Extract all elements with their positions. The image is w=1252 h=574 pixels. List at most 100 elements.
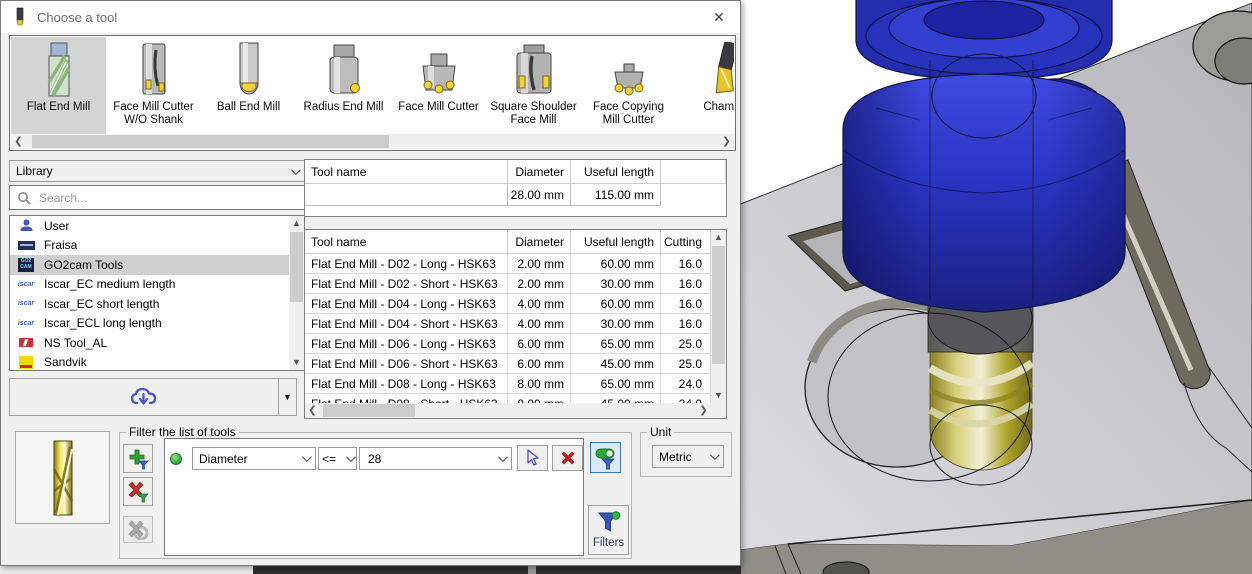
filter-toggle-button[interactable]	[590, 442, 621, 473]
filters-icon	[597, 511, 620, 532]
disabled-clear-icon	[128, 520, 149, 540]
table-row[interactable]: Flat End Mill - D04 - Short - HSK63 4.00 …	[305, 314, 711, 334]
cell-diameter: 4.00 mm	[508, 314, 571, 334]
search-input[interactable]	[37, 189, 304, 206]
strip-scrollbar[interactable]: ❮ ❯	[11, 134, 734, 149]
cell-diameter: 6.00 mm	[508, 354, 571, 374]
library-list: User Fraisa GO2 CAM GO2cam Tools iscar Iscar_E…	[9, 215, 305, 371]
tool-type-label: Flat End Mill	[26, 101, 91, 113]
cell-tool-name: Flat End Mill - D04 - Short - HSK63	[305, 314, 508, 334]
tool-type-chamfer[interactable]: Chamfe	[676, 37, 734, 134]
library-selector[interactable]: Library	[9, 160, 305, 182]
scroll-left-icon[interactable]: ❮	[11, 134, 26, 149]
library-item-sandvik[interactable]: Sandvik	[10, 353, 289, 371]
tools-table-hscrollbar[interactable]: ❮ ❯	[305, 403, 711, 418]
tools-hscroll-thumb[interactable]	[323, 404, 415, 417]
dialog-titlebar[interactable]: Choose a tool ✕	[1, 1, 740, 33]
table-row[interactable]: Flat End Mill - D08 - Short - HSK638.00 …	[305, 394, 711, 403]
library-item-go2cam-tools[interactable]: GO2 CAM GO2cam Tools	[10, 255, 289, 275]
tool-type-face-copying-mill-cutter[interactable]: Face Copying Mill Cutter	[581, 37, 676, 134]
cell-tool-name: Flat End Mill - D04 - Long - HSK63	[305, 294, 508, 314]
chevron-down-icon[interactable]	[497, 452, 508, 463]
col-header-useful-length[interactable]: Useful length	[571, 230, 661, 254]
tool-type-flat-end-mill[interactable]: Flat End Mill	[11, 37, 106, 134]
library-scrollbar[interactable]: ▲ ▼	[289, 216, 304, 370]
library-item-iscar-ec-medium-length[interactable]: iscar Iscar_EC medium length	[10, 275, 289, 295]
fraisa-logo-icon	[17, 238, 35, 252]
scroll-right-icon[interactable]: ❯	[696, 403, 711, 418]
filter-field-selector[interactable]: Diameter	[192, 447, 316, 470]
scroll-right-icon[interactable]: ❯	[719, 134, 734, 149]
cell-diameter: 6.00 mm	[508, 334, 571, 354]
col-header-diameter[interactable]: Diameter	[508, 230, 571, 254]
tool-type-label: Square Shoulder Face Mill	[490, 101, 577, 126]
user-logo-icon	[17, 219, 35, 233]
filter-group-label: Filter the list of tools	[129, 425, 236, 439]
cursor-pick-icon	[526, 449, 539, 466]
cell-diameter: 2.00 mm	[508, 254, 571, 274]
col-header-useful-length[interactable]: Useful length	[571, 160, 661, 184]
table-row[interactable]: Flat End Mill - D06 - Short - HSK63 6.00 …	[305, 354, 711, 374]
add-filter-button[interactable]	[123, 444, 153, 473]
cell-useful-length: 60.00 mm	[571, 254, 661, 274]
chevron-down-icon	[709, 450, 720, 461]
table-row[interactable]: Flat End Mill - D02 - Long - HSK63 2.00 m…	[305, 254, 711, 274]
selected-tool-name	[305, 184, 508, 206]
delete-filter-button[interactable]	[552, 445, 583, 471]
scroll-up-icon[interactable]: ▲	[711, 230, 726, 245]
tool-type-strip: Flat End Mill Face Mill Cutter W/O Shank Ba…	[9, 35, 736, 151]
filter-value-input[interactable]	[366, 450, 498, 467]
library-item-label: GO2cam Tools	[44, 257, 124, 272]
col-header-tool-name[interactable]: Tool name	[305, 230, 508, 254]
library-item-label: Fraisa	[44, 238, 78, 253]
iscar-logo-icon: iscar	[17, 319, 35, 327]
tool-type-radius-end-mill[interactable]: Radius End Mill	[296, 37, 391, 134]
tool-type-face-mill-cutter[interactable]: Face Mill Cutter	[391, 37, 486, 134]
col-header-cutting[interactable]: Cutting	[661, 230, 711, 254]
tool-type-ball-end-mill[interactable]: Ball End Mill	[201, 37, 296, 134]
library-item-iscar-ec-short-length[interactable]: iscar Iscar_EC short length	[10, 294, 289, 314]
table-row[interactable]: Flat End Mill - D08 - Long - HSK63 8.00 m…	[305, 374, 711, 394]
library-item-iscar-ecl-long-length[interactable]: iscar Iscar_ECL long length	[10, 314, 289, 334]
download-options-dropdown[interactable]: ▼	[279, 378, 297, 416]
tool-type-label: Ball End Mill	[216, 101, 281, 113]
tools-scroll-thumb[interactable]	[712, 246, 725, 364]
square-shoulder-face-mill-icon	[510, 40, 558, 98]
strip-scroll-thumb[interactable]	[32, 135, 389, 148]
filter-operator-selector[interactable]: <=	[318, 447, 357, 470]
window-edge-notch	[528, 566, 536, 574]
download-library-button[interactable]	[9, 378, 279, 416]
scroll-left-icon[interactable]: ❮	[305, 403, 320, 418]
scroll-up-icon[interactable]: ▲	[289, 216, 304, 231]
table-row[interactable]: Flat End Mill - D04 - Long - HSK63 4.00 m…	[305, 294, 711, 314]
close-icon[interactable]: ✕	[704, 4, 734, 30]
chevron-down-icon	[301, 452, 312, 463]
tool-holder	[842, 0, 1126, 313]
selected-tool-useful-length: 115.00 mm	[571, 184, 661, 206]
cell-useful-length: 45.00 mm	[571, 394, 661, 403]
remove-filter-button[interactable]	[123, 477, 153, 506]
table-row[interactable]: Flat End Mill - D06 - Long - HSK63 6.00 m…	[305, 334, 711, 354]
pick-tool-button[interactable]	[517, 445, 548, 471]
scroll-down-icon[interactable]: ▼	[289, 355, 304, 370]
tools-table-vscrollbar[interactable]: ▲ ▼	[711, 230, 726, 418]
cell-cutting: 25.0	[661, 354, 711, 374]
unit-selector[interactable]: Metric	[652, 445, 724, 468]
tool-type-square-shoulder-face-mill[interactable]: Square Shoulder Face Mill	[486, 37, 581, 134]
nstool-logo-icon	[17, 336, 35, 350]
cell-useful-length: 65.00 mm	[571, 334, 661, 354]
table-row[interactable]: Flat End Mill - D02 - Short - HSK63 2.00 …	[305, 274, 711, 294]
col-header-tool-name[interactable]: Tool name	[305, 160, 508, 184]
library-item-ns-tool-al[interactable]: NS Tool_AL	[10, 333, 289, 353]
filter-toggle-icon	[595, 448, 615, 469]
scroll-down-icon[interactable]: ▼	[711, 388, 726, 403]
filters-button[interactable]: Filters	[588, 505, 629, 555]
library-item-fraisa[interactable]: Fraisa	[10, 236, 289, 256]
cell-useful-length: 60.00 mm	[571, 294, 661, 314]
iscar-logo-icon: iscar	[17, 280, 35, 288]
col-header-diameter[interactable]: Diameter	[508, 160, 571, 184]
library-scroll-thumb[interactable]	[290, 232, 303, 302]
library-item-user[interactable]: User	[10, 216, 289, 236]
chevron-down-icon	[345, 452, 356, 463]
tool-type-face-mill-cutter-wo-shank[interactable]: Face Mill Cutter W/O Shank	[106, 37, 201, 134]
